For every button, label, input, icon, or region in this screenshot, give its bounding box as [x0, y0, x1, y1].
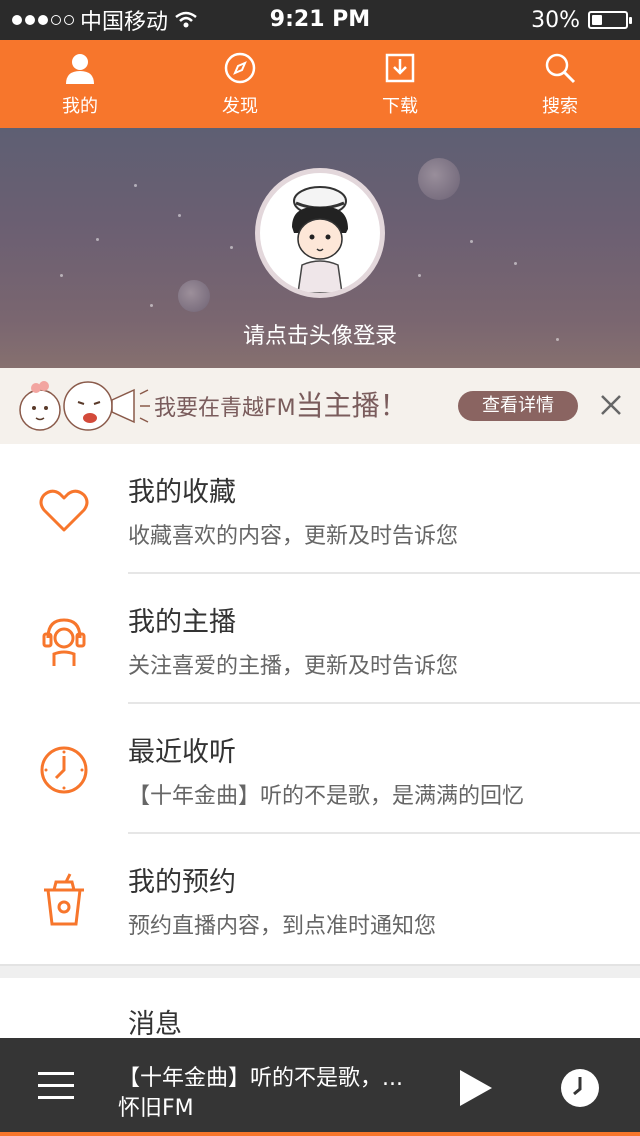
- view-details-button[interactable]: 查看详情: [458, 391, 578, 421]
- login-prompt[interactable]: 请点击头像登录: [0, 318, 640, 350]
- play-icon[interactable]: [456, 1068, 496, 1108]
- heart-icon: [39, 489, 89, 532]
- menu-item-subtitle: 预约直播内容，到点准时通知您: [128, 914, 437, 939]
- close-icon[interactable]: [598, 392, 624, 418]
- planet-decoration: [178, 280, 210, 312]
- menu-item-subtitle: 【十年金曲】听的不是歌，是满满的回忆: [128, 784, 525, 809]
- battery-percent: 30%: [531, 7, 580, 33]
- menu-item-reservations[interactable]: 我的预约 预约直播内容，到点准时通知您: [0, 834, 640, 964]
- tab-search[interactable]: 搜索: [480, 40, 640, 128]
- tab-discover[interactable]: 发现: [160, 40, 320, 128]
- compass-icon: [222, 50, 258, 86]
- menu-item-title: 最近收听: [128, 737, 236, 768]
- tab-label: 我的: [62, 96, 98, 117]
- now-playing-station[interactable]: 怀旧FM: [118, 1090, 194, 1122]
- cup-icon: [44, 873, 84, 926]
- timer-icon[interactable]: [560, 1068, 600, 1108]
- carrier-label: 中国移动: [80, 10, 169, 35]
- tab-label: 发现: [222, 96, 258, 117]
- playback-progress: [0, 1132, 640, 1136]
- signal-strength-icon: [12, 15, 74, 25]
- banner-text-emphasis: 当主播！: [295, 389, 408, 422]
- headphones-person-icon: [42, 618, 86, 666]
- profile-header: 请点击头像登录: [0, 128, 640, 368]
- banner-text-prefix: 我要在青越FM: [154, 396, 296, 421]
- menu-item-recent[interactable]: 最近收听 【十年金曲】听的不是歌，是满满的回忆: [0, 704, 640, 834]
- playlist-menu-icon[interactable]: [38, 1072, 74, 1100]
- battery-icon: [588, 11, 632, 29]
- now-playing-title[interactable]: 【十年金曲】听的不是歌，...: [118, 1060, 403, 1092]
- tab-label: 下载: [382, 96, 418, 117]
- mini-player: 【十年金曲】听的不是歌，... 怀旧FM: [0, 1038, 640, 1136]
- tab-label: 搜索: [542, 96, 578, 117]
- status-bar: 中国移动 9:21 PM 30%: [0, 0, 640, 40]
- menu-item-title: 我的收藏: [128, 477, 236, 508]
- menu-item-title: 我的主播: [128, 607, 236, 638]
- top-navigation: 我的 发现 下载 搜索: [0, 40, 640, 128]
- tab-download[interactable]: 下载: [320, 40, 480, 128]
- menu-item-subtitle: 收藏喜欢的内容，更新及时告诉您: [128, 524, 459, 549]
- promo-banner[interactable]: 我要在青越FM当主播！ 查看详情: [0, 368, 640, 444]
- wifi-icon: [175, 11, 197, 28]
- menu-item-favorites[interactable]: 我的收藏 收藏喜欢的内容，更新及时告诉您: [0, 444, 640, 574]
- menu-item-hosts[interactable]: 我的主播 关注喜爱的主播，更新及时告诉您: [0, 574, 640, 704]
- tab-mine[interactable]: 我的: [0, 40, 160, 128]
- avatar[interactable]: [255, 168, 385, 298]
- banner-text: 我要在青越FM当主播！: [154, 368, 408, 444]
- avatar-illustration: [292, 186, 348, 293]
- menu-item-subtitle: 关注喜爱的主播，更新及时告诉您: [128, 654, 459, 679]
- clock-icon: [40, 746, 88, 794]
- planet-decoration: [418, 158, 460, 200]
- menu-item-title: 我的预约: [128, 867, 236, 898]
- section-separator: [0, 964, 640, 978]
- user-icon: [62, 50, 98, 86]
- mascot-illustration: [19, 381, 150, 431]
- download-icon: [382, 50, 418, 86]
- menu-item-title: 消息: [128, 1009, 182, 1040]
- menu-list: 我的收藏 收藏喜欢的内容，更新及时告诉您 我的主播 关注喜爱的主播，更新及时告诉…: [0, 444, 640, 1108]
- search-icon: [542, 50, 578, 86]
